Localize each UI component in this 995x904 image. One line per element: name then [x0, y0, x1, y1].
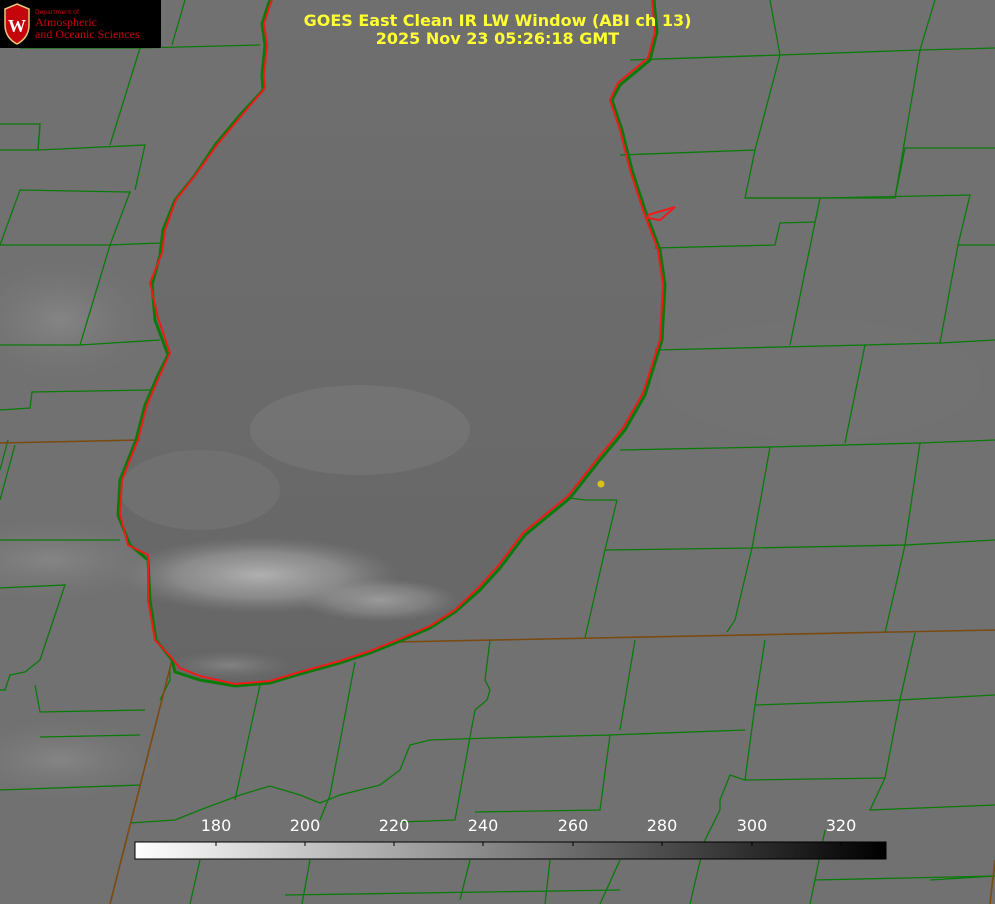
colorbar-tick-label: 260 [557, 816, 589, 835]
satellite-map[interactable] [0, 0, 995, 904]
image-title: GOES East Clean IR LW Window (ABI ch 13)… [250, 12, 745, 48]
colorbar-tick-label: 240 [467, 816, 499, 835]
colorbar-tick-label: 220 [378, 816, 410, 835]
colorbar-tick-label: 180 [200, 816, 232, 835]
colorbar-tick-label: 300 [736, 816, 768, 835]
logo-line2: and Oceanic Sciences [35, 27, 140, 41]
colorbar-tick-label: 320 [825, 816, 857, 835]
uw-aos-logo[interactable]: W Department of Atmospheric and Oceanic … [0, 0, 161, 48]
colorbar-tick-label: 200 [289, 816, 321, 835]
crest-letter: W [8, 16, 26, 36]
station-marker-dot [597, 480, 605, 488]
title-line2: 2025 Nov 23 05:26:18 GMT [375, 29, 620, 48]
colorbar-tick-label: 280 [646, 816, 678, 835]
title-line1: GOES East Clean IR LW Window (ABI ch 13) [303, 11, 692, 30]
colorbar [134, 841, 887, 860]
uw-crest-icon: W [4, 3, 30, 45]
